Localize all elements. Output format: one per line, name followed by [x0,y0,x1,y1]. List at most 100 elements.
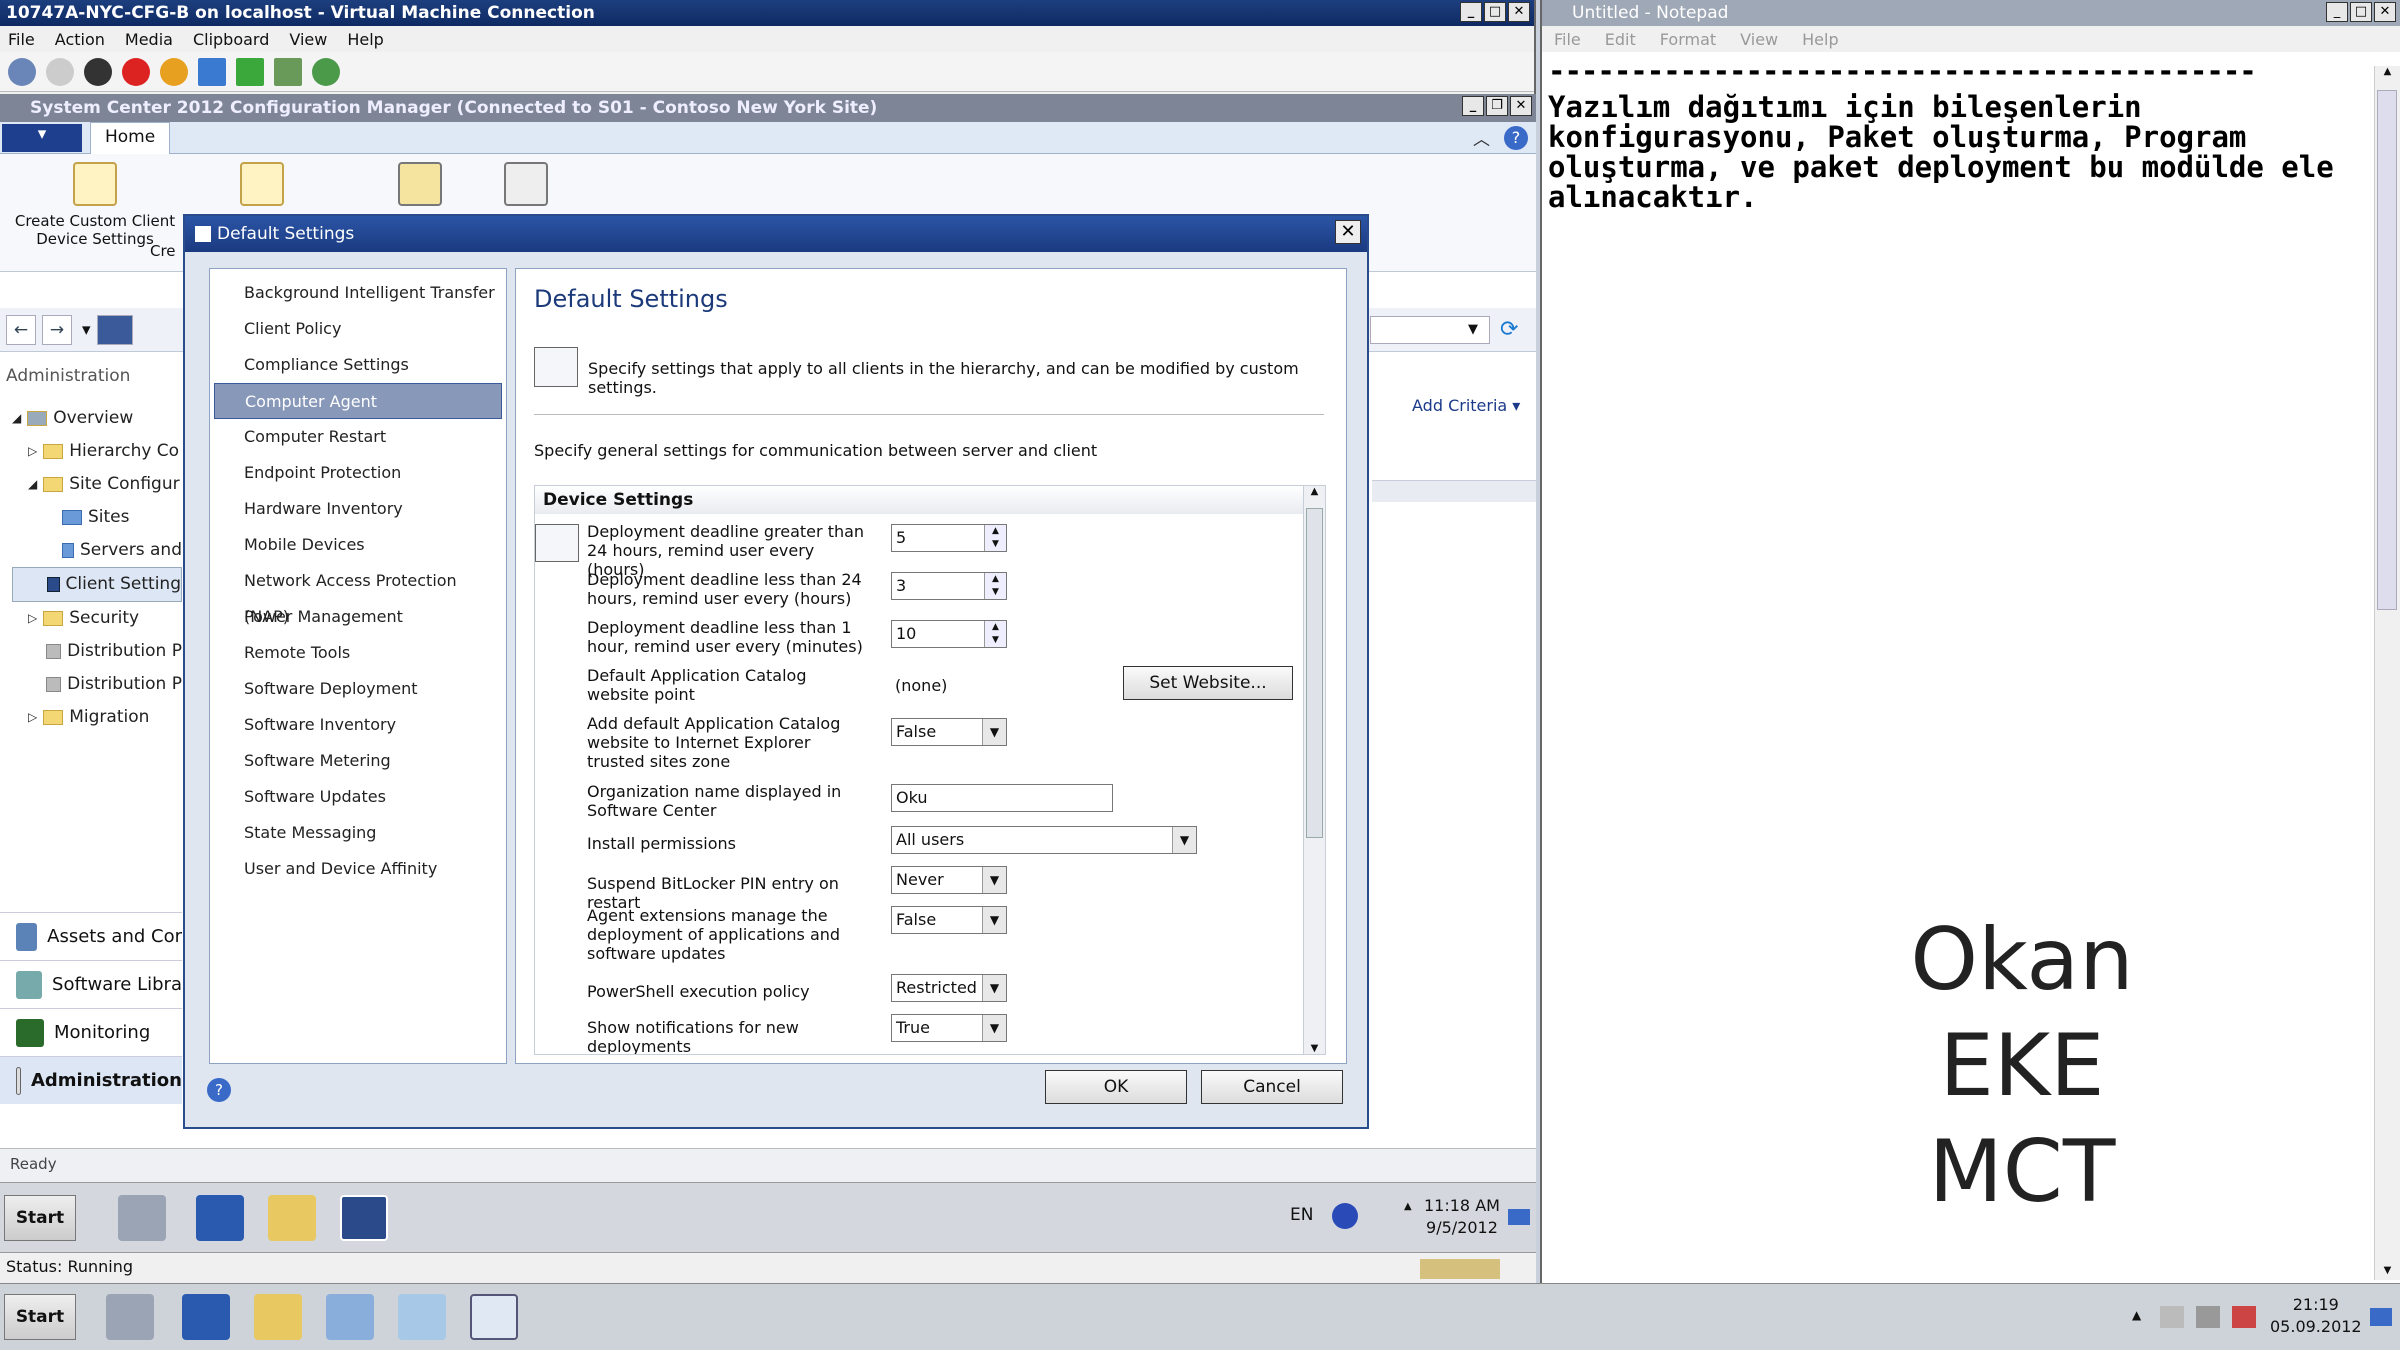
ribbon-collapse-icon[interactable]: ︿ [1473,125,1490,150]
nav-mobile-devices[interactable]: Mobile Devices [210,527,506,563]
host-show-desktop-icon[interactable] [2370,1308,2392,1326]
powershell-icon[interactable] [196,1195,244,1241]
nav-computer-agent[interactable]: Computer Agent [214,383,502,419]
help-icon[interactable]: ? [1504,125,1528,150]
search-dropdown-icon[interactable]: ▼ [1468,322,1478,337]
forward-icon[interactable]: → [42,314,72,345]
create-custom-client-device-settings-button[interactable]: Create Custom Client Device Settings [6,162,184,248]
notepad-scrollbar[interactable]: ▲ ▼ [2374,66,2400,1280]
host-vm-connection-icon[interactable] [470,1294,518,1340]
tree-servers[interactable]: Servers and [12,534,182,567]
menu-media[interactable]: Media [125,30,173,49]
np-menu-help[interactable]: Help [1802,30,1838,49]
tree-migration[interactable]: ▷ Migration [12,701,182,734]
remind-1h-stepper[interactable]: 10 ▲ ▼ [891,620,1007,648]
start-vm-icon[interactable] [46,57,74,86]
nav-computer-restart[interactable]: Computer Restart [210,419,506,455]
np-menu-file[interactable]: File [1554,30,1581,49]
np-minimize-button[interactable]: _ [2326,2,2348,22]
sccm-restore-button[interactable]: ❐ [1486,96,1508,116]
help-tray-icon[interactable] [1332,1203,1358,1229]
tree-security[interactable]: ▷ Security [12,602,182,635]
host-tray-expand-icon[interactable]: ▲ [2132,1308,2141,1322]
host-explorer-icon[interactable] [254,1294,302,1340]
minimize-button[interactable]: _ [1460,2,1482,22]
menu-help[interactable]: Help [347,30,383,49]
menu-file[interactable]: File [8,30,35,49]
properties-button[interactable] [496,162,556,212]
save-state-icon[interactable] [160,57,188,86]
nav-nap[interactable]: Network Access Protection (NAP) [210,563,506,626]
np-close-button[interactable]: ✕ [2374,2,2396,22]
explorer-icon[interactable] [268,1195,316,1241]
dialog-close-button[interactable]: ✕ [1335,220,1361,244]
wunderbar-monitoring[interactable]: Monitoring [0,1008,182,1056]
close-button[interactable]: ✕ [1508,2,1530,22]
vm-clock[interactable]: 11:18 AM 9/5/2012 [1424,1195,1500,1239]
maximize-button[interactable]: □ [1484,2,1506,22]
pause-icon[interactable] [198,57,226,86]
add-catalog-trusted-select[interactable]: False ▼ [891,718,1007,746]
refresh-icon[interactable]: ⟳ [1500,317,1518,342]
sccm-close-button[interactable]: ✕ [1510,96,1532,116]
nav-endpoint-protection[interactable]: Endpoint Protection [210,455,506,491]
turn-off-icon[interactable] [84,57,112,86]
tray-expand-icon[interactable]: ▲ [1404,1201,1412,1212]
nav-power-management[interactable]: Power Management [210,599,506,635]
bitlocker-suspend-select[interactable]: Never ▼ [891,866,1007,894]
remind-24h-less-stepper[interactable]: 3 ▲ ▼ [891,572,1007,600]
np-menu-edit[interactable]: Edit [1605,30,1636,49]
reset-icon[interactable] [236,57,264,86]
host-server-manager-icon[interactable] [106,1294,154,1340]
nav-compliance-settings[interactable]: Compliance Settings [210,347,506,383]
snapshot-icon[interactable] [274,57,302,86]
np-maximize-button[interactable]: □ [2350,2,2372,22]
ctrl-alt-del-icon[interactable] [8,57,36,86]
tree-overview[interactable]: ◢ Overview [12,402,182,435]
wunderbar-software-library[interactable]: Software Libra [0,960,182,1008]
shutdown-icon[interactable] [122,57,150,86]
nav-software-metering[interactable]: Software Metering [210,743,506,779]
tab-home[interactable]: Home [90,121,171,154]
back-icon[interactable]: ← [6,314,36,345]
tree-client-settings[interactable]: Client Setting [12,567,182,602]
cancel-button[interactable]: Cancel [1201,1070,1343,1104]
notepad-text[interactable]: Yazılım dağıtımı için bileşenlerin konfi… [1548,92,2348,212]
nav-remote-tools[interactable]: Remote Tools [210,635,506,671]
tree-hierarchy[interactable]: ▷ Hierarchy Co [12,435,182,468]
wunderbar-assets[interactable]: Assets and Cor [0,912,182,960]
add-criteria-link[interactable]: Add Criteria ▾ [1372,396,1536,426]
host-notepad-icon[interactable] [398,1294,446,1340]
file-menu-button[interactable]: ▾ [2,123,82,152]
sccm-minimize-button[interactable]: _ [1462,96,1484,116]
search-button[interactable] [390,162,450,212]
nav-software-inventory[interactable]: Software Inventory [210,707,506,743]
set-website-button[interactable]: Set Website... [1123,666,1293,700]
tree-distribution-points[interactable]: Distribution P [12,635,182,668]
menu-clipboard[interactable]: Clipboard [193,30,269,49]
nav-background-intelligent-transfer[interactable]: Background Intelligent Transfer [210,275,506,311]
volume-icon[interactable] [2232,1306,2256,1328]
tree-sites[interactable]: Sites [12,501,182,534]
nav-software-updates[interactable]: Software Updates [210,779,506,815]
nav-client-policy[interactable]: Client Policy [210,311,506,347]
create-user-settings-button[interactable] [232,162,292,212]
menu-view[interactable]: View [289,30,327,49]
revert-icon[interactable] [312,57,340,86]
show-desktop-icon[interactable] [1508,1209,1530,1225]
host-powershell-icon[interactable] [182,1294,230,1340]
wunderbar-administration[interactable]: Administration [0,1056,182,1104]
host-start-button[interactable]: Start [4,1294,76,1340]
np-menu-view[interactable]: View [1740,30,1778,49]
host-clock[interactable]: 21:19 05.09.2012 [2270,1294,2362,1338]
remind-24h-plus-stepper[interactable]: 5 ▲ ▼ [891,524,1007,552]
dialog-help-icon[interactable]: ? [207,1078,231,1102]
organization-name-input[interactable]: Oku [891,784,1113,812]
install-permissions-select[interactable]: All users ▼ [891,826,1197,854]
nav-state-messaging[interactable]: State Messaging [210,815,506,851]
nav-user-device-affinity[interactable]: User and Device Affinity [210,851,506,887]
ok-button[interactable]: OK [1045,1070,1187,1104]
show-notifications-select[interactable]: True ▼ [891,1014,1007,1042]
tree-site-config[interactable]: ◢ Site Configur [12,468,182,501]
server-manager-icon[interactable] [118,1195,166,1241]
